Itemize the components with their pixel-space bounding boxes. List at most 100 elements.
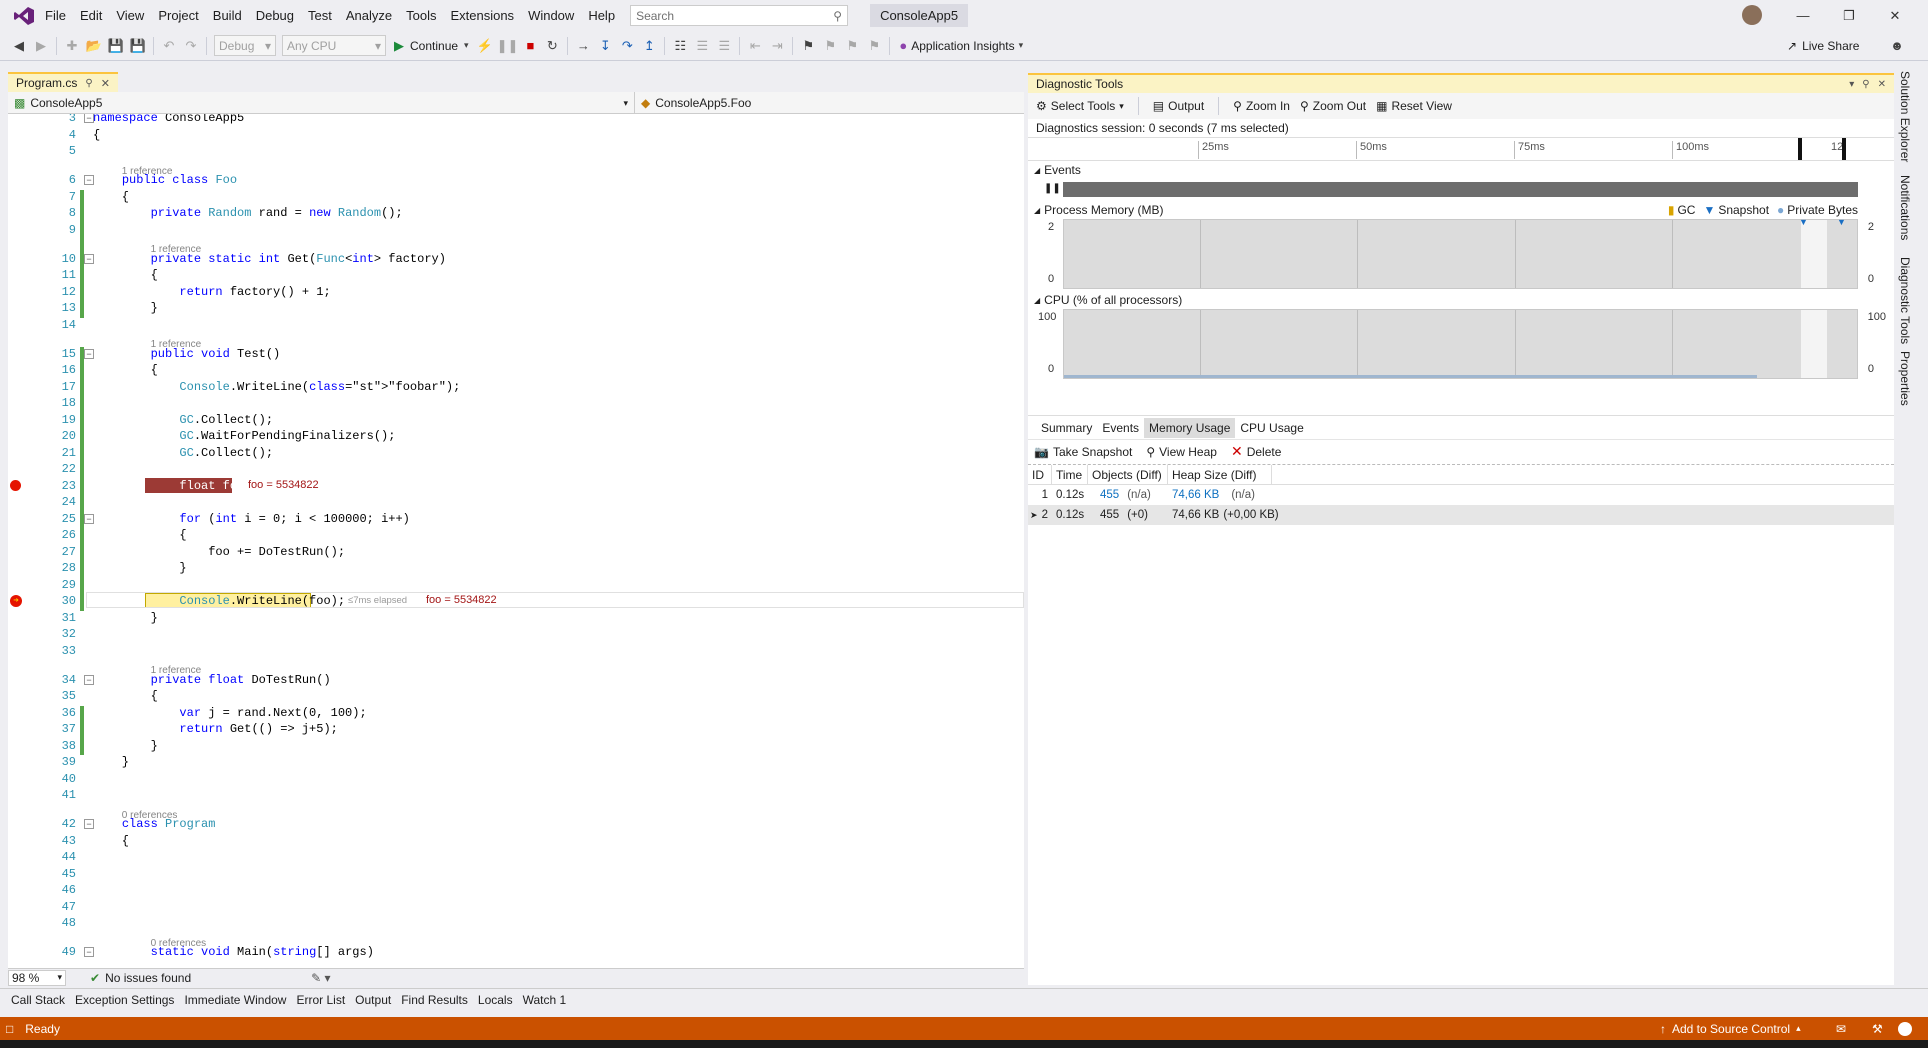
close-tab-icon[interactable]: ✕ xyxy=(101,77,110,90)
events-section-header[interactable]: ◢ Events xyxy=(1028,161,1894,179)
tab-call-stack[interactable]: Call Stack xyxy=(6,993,70,1007)
table-row[interactable]: ➤ 2 0.12s 455 (+0) 74,66 KB (+0,00 KB) xyxy=(1028,505,1894,525)
code-line[interactable]: 24 xyxy=(8,495,1024,512)
code-line[interactable]: 20 GC.WaitForPendingFinalizers(); xyxy=(8,429,1024,446)
avatar[interactable] xyxy=(1742,5,1762,25)
code-line[interactable]: 9 xyxy=(8,223,1024,240)
col-time[interactable]: Time xyxy=(1052,465,1088,484)
tab-cpu-usage[interactable]: CPU Usage xyxy=(1235,418,1308,438)
add-to-source-control-button[interactable]: ↑ Add to Source Control ▴ xyxy=(1660,1022,1801,1036)
code-line[interactable]: 13 } xyxy=(8,301,1024,318)
new-item-icon[interactable]: ✚ xyxy=(62,35,82,57)
code-line[interactable]: 25 for (int i = 0; i < 100000; i++) xyxy=(8,512,1024,529)
fold-toggle-icon[interactable]: − xyxy=(84,947,94,957)
code-line[interactable]: 10 private static int Get(Func<int> fact… xyxy=(8,252,1024,269)
menu-build[interactable]: Build xyxy=(206,0,249,31)
code-line[interactable]: 3 namespace ConsoleApp5 xyxy=(8,114,1024,128)
code-line[interactable]: 37 return Get(() => j+5); xyxy=(8,722,1024,739)
close-icon[interactable]: ✕ xyxy=(1878,79,1886,90)
menu-analyze[interactable]: Analyze xyxy=(339,0,399,31)
fold-toggle-icon[interactable]: − xyxy=(84,175,94,185)
fold-toggle-icon[interactable]: − xyxy=(84,819,94,829)
code-line[interactable]: 11 { xyxy=(8,268,1024,285)
notifications-icon[interactable]: ✉ xyxy=(1836,1022,1846,1036)
menu-test[interactable]: Test xyxy=(301,0,339,31)
code-line[interactable]: 6 public class Foo xyxy=(8,173,1024,190)
code-line[interactable]: 39 } xyxy=(8,755,1024,772)
clear-bookmarks-icon[interactable]: ⚑ xyxy=(864,35,884,57)
objects-link[interactable]: 455 xyxy=(1100,489,1119,501)
code-line[interactable]: 16 { xyxy=(8,363,1024,380)
platform-select[interactable]: Any CPU ▾ xyxy=(282,35,386,56)
fold-toggle-icon[interactable]: − xyxy=(84,253,94,264)
fold-toggle-icon[interactable]: − xyxy=(84,674,94,685)
select-tools-button[interactable]: ⚙ Select Tools ▾ xyxy=(1036,99,1124,113)
code-line[interactable]: 35 { xyxy=(8,689,1024,706)
code-editor[interactable]: 3 namespace ConsoleApp5 4{5 1 reference 6 pu… xyxy=(8,114,1024,968)
tab-watch-1[interactable]: Watch 1 xyxy=(518,993,572,1007)
fold-toggle-icon[interactable]: − xyxy=(84,513,94,524)
code-line[interactable]: 33 xyxy=(8,644,1024,661)
hot-reload-icon[interactable]: ⚡ xyxy=(475,35,495,57)
rail-diagnostic-tools[interactable]: Diagnostic Tools xyxy=(1898,257,1912,344)
code-line[interactable]: 45 xyxy=(8,867,1024,884)
pin-icon[interactable]: ⚲ xyxy=(85,78,92,89)
menu-view[interactable]: View xyxy=(109,0,151,31)
menu-project[interactable]: Project xyxy=(151,0,205,31)
tab-memory-usage[interactable]: Memory Usage xyxy=(1144,417,1236,438)
code-line[interactable]: 30 Console.WriteLine(foo); xyxy=(8,594,1024,611)
code-line[interactable]: 7 { xyxy=(8,190,1024,207)
menu-window[interactable]: Window xyxy=(521,0,581,31)
save-all-icon[interactable]: 💾 xyxy=(128,35,148,57)
tab-exception-settings[interactable]: Exception Settings xyxy=(70,993,179,1007)
code-line[interactable]: 46 xyxy=(8,883,1024,900)
heap-link[interactable]: 74,66 KB xyxy=(1172,489,1219,501)
selection-handle-right[interactable] xyxy=(1842,138,1846,160)
col-objects[interactable]: Objects (Diff) xyxy=(1088,465,1168,484)
snapshot-marker-icon[interactable]: ▼ xyxy=(1837,217,1846,227)
feedback-icon[interactable]: ☻ xyxy=(1887,35,1907,57)
pause-icon[interactable]: ❚❚ xyxy=(497,35,519,57)
code-line[interactable]: 14 xyxy=(8,318,1024,335)
code-line[interactable]: 21 GC.Collect(); xyxy=(8,446,1024,463)
code-line[interactable]: 44 xyxy=(8,850,1024,867)
stop-icon[interactable]: ■ xyxy=(520,35,540,57)
delete-button[interactable]: ✕ Delete xyxy=(1231,443,1281,460)
code-line[interactable]: 36 var j = rand.Next(0, 100); xyxy=(8,706,1024,723)
memory-section-header[interactable]: ◢ Process Memory (MB) ▮ GC ▼ Snapshot ● Priv… xyxy=(1028,201,1894,219)
selection-handle-left[interactable] xyxy=(1798,138,1802,160)
zoom-out-button[interactable]: ⚲ Zoom Out xyxy=(1300,99,1366,113)
zoom-select[interactable]: 98 % ▾ xyxy=(8,969,66,986)
menu-extensions[interactable]: Extensions xyxy=(443,0,521,31)
cpu-section-header[interactable]: ◢ CPU (% of all processors) xyxy=(1028,291,1894,309)
breakpoint-icon[interactable] xyxy=(10,479,21,491)
minimize-icon[interactable]: — xyxy=(1780,0,1826,31)
step-out-icon[interactable]: ↥ xyxy=(639,35,659,57)
menu-debug[interactable]: Debug xyxy=(249,0,301,31)
perf-tip-elapsed[interactable]: ≤7ms elapsed xyxy=(348,595,407,606)
code-line[interactable]: 41 xyxy=(8,788,1024,805)
code-line[interactable]: 48 xyxy=(8,916,1024,933)
code-line[interactable]: 17 Console.WriteLine(class="st">"foobar"… xyxy=(8,380,1024,397)
timeline-ruler[interactable]: 25ms 50ms 75ms 100ms 12 xyxy=(1028,137,1894,161)
step-over-icon[interactable]: ↷ xyxy=(617,35,637,57)
col-heap-size[interactable]: Heap Size (Diff) xyxy=(1168,465,1272,484)
reset-view-button[interactable]: ▦ Reset View xyxy=(1376,99,1452,113)
tab-summary[interactable]: Summary xyxy=(1036,418,1097,438)
indent-icon[interactable]: ⇥ xyxy=(767,35,787,57)
code-line[interactable]: 34 private float DoTestRun() xyxy=(8,673,1024,690)
tab-find-results[interactable]: Find Results xyxy=(396,993,473,1007)
fold-toggle-icon[interactable]: − xyxy=(84,114,94,123)
code-line[interactable]: 22 xyxy=(8,462,1024,479)
code-line[interactable]: 32 xyxy=(8,627,1024,644)
take-snapshot-button[interactable]: 📷 Take Snapshot xyxy=(1034,445,1132,459)
next-bookmark-icon[interactable]: ⚑ xyxy=(842,35,862,57)
code-line[interactable]: 26 { xyxy=(8,528,1024,545)
code-line[interactable]: 43 { xyxy=(8,834,1024,851)
code-line[interactable]: 15 public void Test() xyxy=(8,347,1024,364)
code-line[interactable]: 23 float foo = 1f; xyxy=(8,479,1024,496)
current-statement-arrow-icon[interactable]: ➜ xyxy=(10,595,22,607)
undo-icon[interactable]: ↶ xyxy=(159,35,179,57)
tab-error-list[interactable]: Error List xyxy=(291,993,350,1007)
fold-toggle-icon[interactable]: − xyxy=(84,348,94,359)
